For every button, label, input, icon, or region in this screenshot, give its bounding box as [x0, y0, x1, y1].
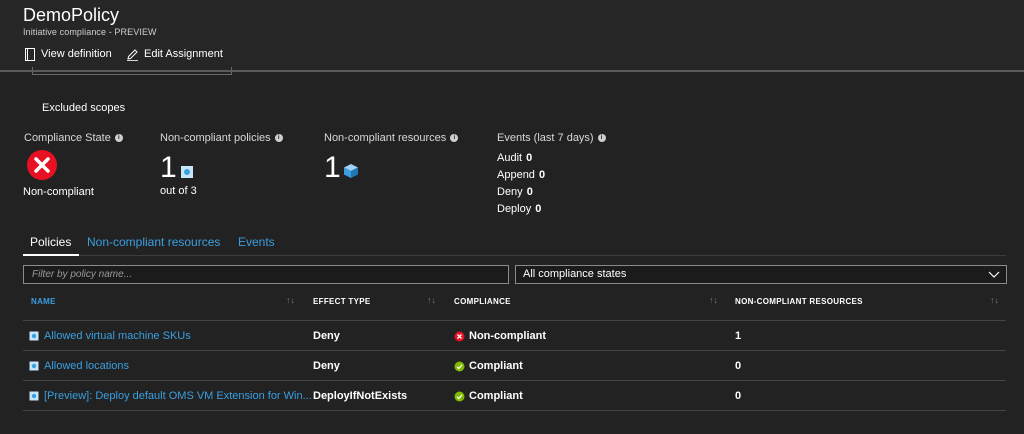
info-icon[interactable]: i: [114, 134, 123, 142]
policy-filter-input[interactable]: [23, 265, 509, 284]
event-count: 0: [538, 169, 546, 181]
document-icon: [25, 47, 35, 61]
error-circle-icon: [27, 150, 57, 180]
compliance-state-select-value: All compliance states: [523, 268, 627, 280]
event-name: Deny: [497, 186, 523, 198]
policy-name: Allowed virtual machine SKUs: [44, 330, 191, 342]
error-circle-icon: [454, 331, 465, 341]
chevron-down-icon: [988, 271, 1000, 278]
compliance-status: Compliant: [454, 390, 523, 402]
tab-policies[interactable]: Policies: [30, 235, 71, 249]
row-divider: [23, 410, 1006, 411]
active-tab-indicator: [23, 254, 79, 256]
check-circle-icon: [454, 391, 465, 401]
event-append: Append 0: [497, 169, 545, 181]
blade-header: DemoPolicy Initiative compliance - PREVI…: [0, 0, 1024, 70]
policy-icon: [29, 331, 39, 341]
compliance-status: Compliant: [454, 360, 523, 372]
page-title: DemoPolicy: [23, 5, 120, 25]
pencil-icon: [127, 48, 138, 61]
column-header-name[interactable]: NAME: [31, 297, 56, 306]
event-name: Deploy: [497, 203, 532, 215]
event-count: 0: [526, 152, 533, 164]
excluded-scopes-label: Excluded scopes: [42, 102, 126, 114]
edit-assignment-label: Edit Assignment: [144, 48, 223, 60]
event-count: 0: [526, 186, 533, 198]
event-deploy: Deploy 0: [497, 203, 541, 215]
edit-assignment-button[interactable]: Edit Assignment: [126, 45, 223, 63]
tab-noncompliant-resources[interactable]: Non-compliant resources: [87, 235, 220, 249]
column-header-effect-type[interactable]: EFFECT TYPE: [313, 297, 371, 306]
compliance-status: Non-compliant: [454, 330, 546, 342]
compliance-state-value: Non-compliant: [23, 186, 94, 198]
noncompliant-resources-count: 1: [735, 330, 742, 342]
policy-name: [Preview]: Deploy default OMS VM Extensi…: [44, 390, 312, 402]
tab-events[interactable]: Events: [238, 235, 275, 249]
check-circle-icon: [454, 361, 465, 371]
page-subtitle: Initiative compliance - PREVIEW: [23, 27, 157, 37]
table-row[interactable]: [Preview]: Deploy default OMS VM Extensi…: [23, 381, 1006, 411]
policy-name-link[interactable]: [Preview]: Deploy default OMS VM Extensi…: [29, 390, 312, 402]
sort-icon[interactable]: ↑↓: [427, 295, 436, 305]
policy-icon: [29, 391, 39, 401]
effect-type: DeployIfNotExists: [313, 390, 408, 402]
noncompliant-policies-label: Non-compliant policies i: [160, 132, 283, 144]
sort-icon[interactable]: ↑↓: [709, 295, 718, 305]
compliance-text: Compliant: [469, 360, 523, 372]
compliance-text: Compliant: [469, 390, 523, 402]
policy-document-icon: [181, 166, 193, 178]
policy-icon: [29, 361, 39, 371]
effect-type: Deny: [313, 330, 340, 342]
info-icon[interactable]: i: [597, 134, 606, 142]
noncompliant-policies-count: 1: [160, 151, 177, 184]
noncompliant-resources-count: 1: [324, 151, 341, 184]
noncompliant-resources-count: 0: [735, 390, 742, 402]
events-label: Events (last 7 days) i: [497, 132, 606, 144]
column-header-compliance[interactable]: COMPLIANCE: [454, 297, 511, 306]
event-deny: Deny 0: [497, 186, 533, 198]
noncompliant-resources-count: 0: [735, 360, 742, 372]
noncompliant-policies-total: out of 3: [160, 185, 197, 197]
resource-cube-icon: [344, 164, 358, 178]
event-count: 0: [535, 203, 542, 215]
event-audit: Audit 0: [497, 152, 532, 164]
noncompliant-resources-label: Non-compliant resources i: [324, 132, 459, 144]
event-name: Audit: [497, 152, 523, 164]
view-definition-label: View definition: [41, 48, 112, 60]
table-row[interactable]: Allowed virtual machine SKUs Deny Non-co…: [23, 321, 1006, 351]
noncompliant-policies-label-text: Non-compliant policies: [160, 132, 271, 144]
header-divider: [0, 70, 1024, 72]
compliance-state-select[interactable]: All compliance states: [515, 265, 1007, 284]
info-icon[interactable]: i: [274, 134, 283, 142]
compliance-text: Non-compliant: [469, 330, 546, 342]
info-icon[interactable]: i: [450, 134, 459, 142]
event-name: Append: [497, 169, 535, 181]
compliance-state-label-text: Compliance State: [24, 132, 111, 144]
sort-icon[interactable]: ↑↓: [286, 295, 295, 305]
noncompliant-resources-label-text: Non-compliant resources: [324, 132, 447, 144]
view-definition-button[interactable]: View definition: [24, 45, 112, 63]
table-row[interactable]: Allowed locations Deny Compliant 0: [23, 351, 1006, 381]
sort-icon[interactable]: ↑↓: [990, 295, 999, 305]
policy-name-link[interactable]: Allowed locations: [29, 360, 129, 372]
column-header-noncompliant-resources[interactable]: NON-COMPLIANT RESOURCES: [735, 297, 863, 306]
events-label-text: Events (last 7 days): [497, 132, 594, 144]
policy-name-link[interactable]: Allowed virtual machine SKUs: [29, 330, 191, 342]
compliance-state-label: Compliance State i: [24, 132, 123, 144]
policy-name: Allowed locations: [44, 360, 129, 372]
tab-bar: Policies Non-compliant resources Events: [23, 232, 1006, 256]
effect-type: Deny: [313, 360, 340, 372]
